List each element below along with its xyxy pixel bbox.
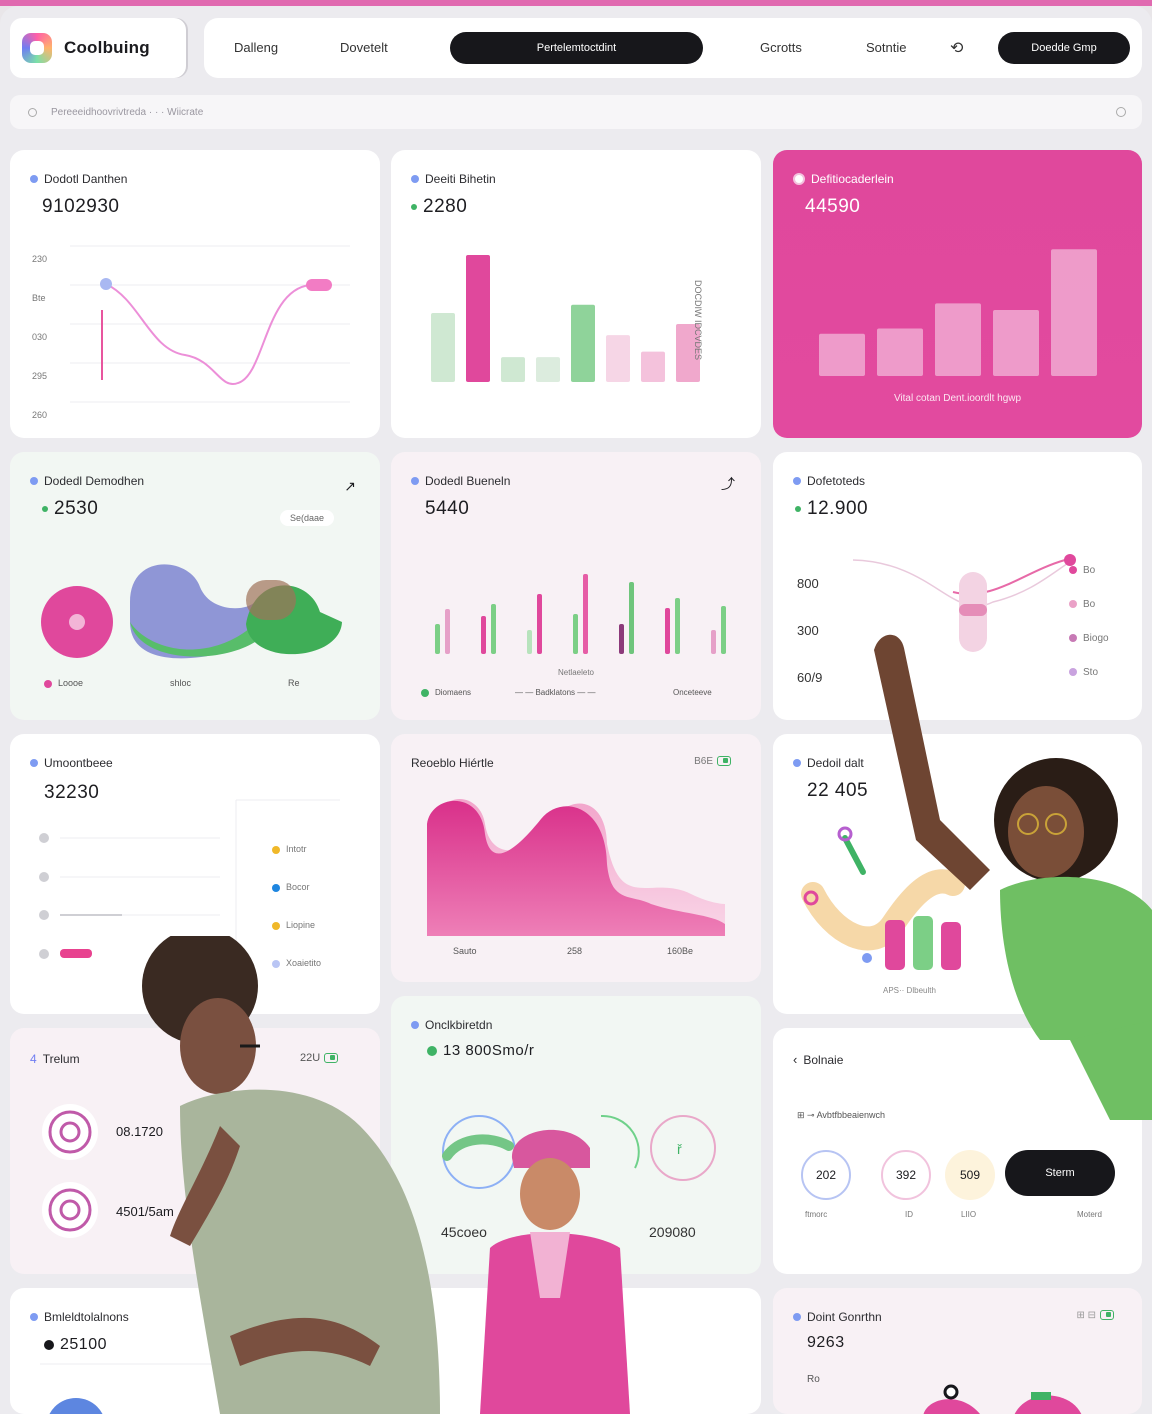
bar — [527, 630, 532, 654]
legend-label: Badklatons — [535, 688, 576, 697]
legend-label: Loooe — [58, 678, 84, 688]
card-multibar-chart: Dodedl Bueneln 5440 ⤴ Netlaeleto Diomaen… — [391, 452, 761, 720]
nav-cta-button[interactable]: Doedde Gmp — [998, 32, 1130, 64]
stat-label: LIIO — [961, 1210, 977, 1219]
app-name: Coolbuing — [64, 38, 150, 57]
bar — [431, 313, 455, 382]
legend-label: Intotr — [286, 844, 307, 854]
legend-label: shloc — [170, 678, 192, 688]
bar — [993, 310, 1039, 376]
search-options-icon[interactable] — [1116, 107, 1126, 117]
card-title: Bolnaie — [803, 1052, 844, 1067]
legend-label: Diomaens — [435, 688, 472, 697]
right-value: 209080 — [649, 1224, 696, 1240]
bar — [537, 594, 542, 654]
card-bar-chart: Deeiti Bihetin 2280 DOCDIW IDCVDES — [391, 150, 761, 438]
legend-label: Bo — [1083, 565, 1096, 576]
bar — [819, 333, 865, 376]
legend-label: Liopine — [286, 920, 316, 930]
chart-caption: Vital cotan Dent.ioordlt hgwp — [893, 393, 1022, 404]
bar — [675, 598, 680, 654]
bar — [665, 608, 670, 654]
search-icon — [28, 107, 37, 117]
multibar-svg — [435, 574, 726, 654]
start-button[interactable]: Sterm — [1005, 1150, 1115, 1196]
bar — [721, 606, 726, 654]
bar — [435, 624, 440, 654]
point-start — [100, 278, 112, 290]
search-bar[interactable]: Pereeeidhoovrivtreda · · · Wiicrate — [10, 95, 1142, 129]
bar — [491, 604, 496, 654]
series-line — [105, 283, 311, 386]
card-blob-chart: Dodedl Demodhen 2530 ↗ Se(daae Loooe shl… — [10, 452, 380, 720]
bar — [641, 351, 665, 382]
stat-label: ftmorc — [805, 1210, 828, 1219]
svg-text:ř: ř — [677, 1141, 682, 1157]
x-label: 258 — [567, 946, 583, 956]
legend-label: Bocor — [286, 882, 310, 892]
nav-item-3[interactable]: Gcrotts — [760, 40, 802, 55]
side-label: DOCDIW IDCVDES — [693, 280, 703, 361]
stat-label: ID — [905, 1210, 913, 1219]
legend-label: Re — [288, 678, 300, 688]
bar — [583, 574, 588, 654]
line-chart-svg — [70, 245, 350, 403]
bar — [1051, 249, 1097, 376]
stat-label: Moterd — [1077, 1210, 1102, 1219]
bar — [935, 303, 981, 376]
nav-item-4[interactable]: Sotntie — [866, 40, 906, 55]
app-logo[interactable]: Coolbuing — [10, 18, 186, 78]
stat-circle[interactable]: 392 — [881, 1150, 931, 1200]
bar — [711, 630, 716, 654]
bar — [571, 304, 595, 382]
bar — [536, 357, 560, 382]
legend-label: Bo — [1083, 599, 1096, 610]
search-placeholder: Pereeeidhoovrivtreda · · · Wiicrate — [51, 106, 204, 118]
nav-item-2[interactable]: Dovetelt — [340, 40, 388, 55]
bar-chart-svg — [431, 255, 700, 382]
legend-label: Onceteeve — [673, 688, 712, 697]
card-highlight-bars: Defitiocaderlein 44590 Vital cotan Dent.… — [773, 150, 1142, 438]
bar — [619, 624, 624, 654]
bar — [573, 614, 578, 654]
bar — [877, 328, 923, 376]
top-navigation: Dalleng Dovetelt Pertelemtoctdint Gcrott… — [204, 18, 1142, 78]
stat-circle[interactable]: 202 — [801, 1150, 851, 1200]
bar — [445, 609, 450, 654]
logo-icon — [22, 33, 52, 63]
card-bottom-right: Doint Gonrthn ⊞ ⊟ 9263 Ro — [773, 1288, 1142, 1414]
person-standing-green-shirt — [142, 936, 440, 1414]
point-end — [306, 279, 332, 291]
bar — [481, 616, 486, 654]
card-line-chart: Dodotl Danthen 9102930 230 Bte 030 295 2… — [10, 150, 380, 438]
bar — [629, 582, 634, 654]
person-waving-green-top — [874, 634, 1152, 1120]
nav-item-1[interactable]: Dalleng — [234, 40, 278, 55]
bar — [501, 357, 525, 382]
refresh-icon[interactable]: ⟲ — [950, 38, 963, 58]
person-pink-dress — [480, 1129, 630, 1414]
nav-item-active[interactable]: Pertelemtoctdint — [450, 32, 703, 64]
axis-label: Netlaeleto — [557, 668, 595, 677]
x-label: 160Be — [667, 946, 694, 956]
bar — [466, 255, 490, 382]
bottom-right-svg — [923, 1384, 1082, 1414]
bar — [606, 335, 630, 382]
stat-circle[interactable]: 509 — [945, 1150, 995, 1200]
